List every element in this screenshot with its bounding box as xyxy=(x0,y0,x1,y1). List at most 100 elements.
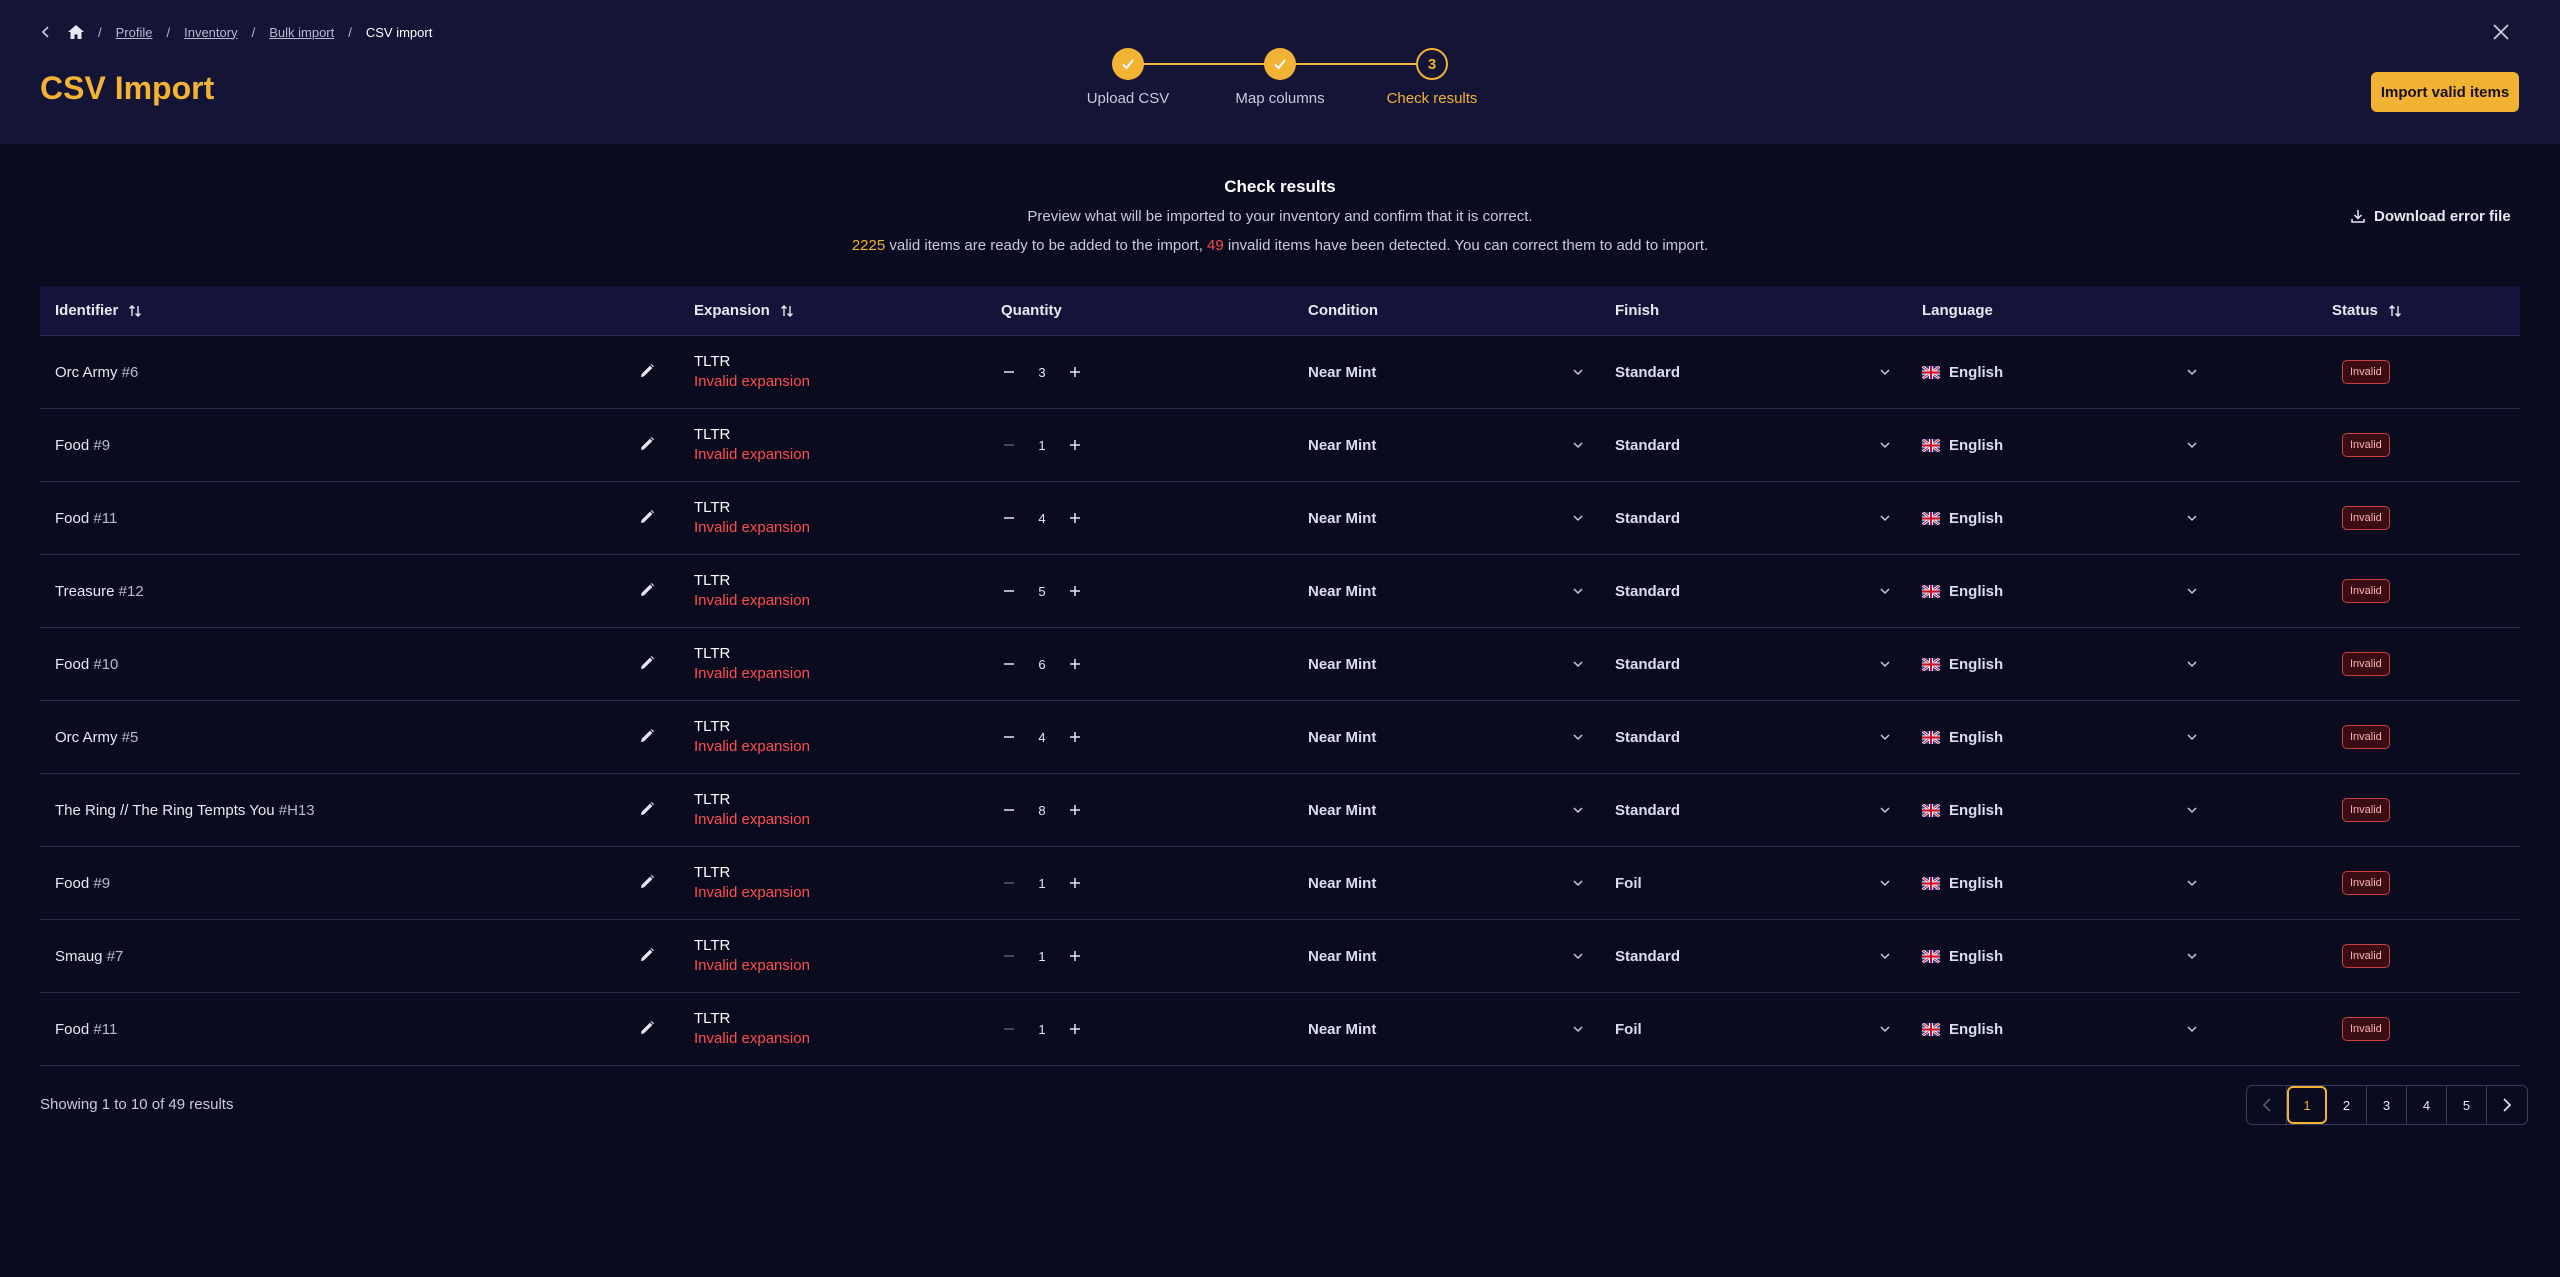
chevron-down-icon[interactable] xyxy=(1570,729,1586,745)
chevron-down-icon[interactable] xyxy=(1570,510,1586,526)
finish-select[interactable]: Standard xyxy=(1615,920,1680,992)
chevron-down-icon[interactable] xyxy=(1877,948,1893,964)
chevron-down-icon[interactable] xyxy=(2184,729,2200,745)
finish-select[interactable]: Standard xyxy=(1615,628,1680,700)
plus-icon[interactable] xyxy=(1065,654,1085,674)
chevron-down-icon[interactable] xyxy=(1570,656,1586,672)
plus-icon[interactable] xyxy=(1065,508,1085,528)
condition-select[interactable]: Near Mint xyxy=(1308,920,1376,992)
plus-icon[interactable] xyxy=(1065,727,1085,747)
condition-select[interactable]: Near Mint xyxy=(1308,409,1376,481)
language-select[interactable]: English xyxy=(1922,482,2003,554)
finish-select[interactable]: Standard xyxy=(1615,409,1680,481)
chevron-down-icon[interactable] xyxy=(2184,656,2200,672)
edit-icon[interactable] xyxy=(638,581,658,601)
edit-icon[interactable] xyxy=(638,727,658,747)
minus-icon[interactable] xyxy=(999,873,1019,893)
chevron-down-icon[interactable] xyxy=(2184,437,2200,453)
page-button-2[interactable]: 2 xyxy=(2327,1086,2367,1124)
minus-icon[interactable] xyxy=(999,362,1019,382)
quantity-value[interactable]: 3 xyxy=(1019,365,1065,380)
quantity-value[interactable]: 1 xyxy=(1019,876,1065,891)
plus-icon[interactable] xyxy=(1065,800,1085,820)
language-select[interactable]: English xyxy=(1922,336,2003,408)
page-button-3[interactable]: 3 xyxy=(2367,1086,2407,1124)
minus-icon[interactable] xyxy=(999,508,1019,528)
previous-page-button[interactable] xyxy=(2247,1086,2287,1124)
finish-select[interactable]: Foil xyxy=(1615,847,1642,919)
chevron-down-icon[interactable] xyxy=(1877,364,1893,380)
finish-select[interactable]: Standard xyxy=(1615,774,1680,846)
minus-icon[interactable] xyxy=(999,727,1019,747)
condition-select[interactable]: Near Mint xyxy=(1308,336,1376,408)
quantity-value[interactable]: 1 xyxy=(1019,438,1065,453)
chevron-down-icon[interactable] xyxy=(1570,948,1586,964)
finish-select[interactable]: Standard xyxy=(1615,482,1680,554)
status-column-header[interactable]: Status xyxy=(2332,302,2402,319)
download-error-file-link[interactable]: Download error file xyxy=(2350,206,2511,226)
page-button-5[interactable]: 5 xyxy=(2447,1086,2487,1124)
condition-select[interactable]: Near Mint xyxy=(1308,774,1376,846)
language-select[interactable]: English xyxy=(1922,920,2003,992)
plus-icon[interactable] xyxy=(1065,946,1085,966)
plus-icon[interactable] xyxy=(1065,873,1085,893)
language-select[interactable]: English xyxy=(1922,701,2003,773)
chevron-down-icon[interactable] xyxy=(1570,437,1586,453)
chevron-down-icon[interactable] xyxy=(2184,875,2200,891)
minus-icon[interactable] xyxy=(999,800,1019,820)
quantity-value[interactable]: 8 xyxy=(1019,803,1065,818)
language-select[interactable]: English xyxy=(1922,409,2003,481)
chevron-down-icon[interactable] xyxy=(2184,510,2200,526)
plus-icon[interactable] xyxy=(1065,581,1085,601)
plus-icon[interactable] xyxy=(1065,435,1085,455)
minus-icon[interactable] xyxy=(999,1019,1019,1039)
condition-select[interactable]: Near Mint xyxy=(1308,482,1376,554)
chevron-down-icon[interactable] xyxy=(2184,1021,2200,1037)
chevron-down-icon[interactable] xyxy=(1877,583,1893,599)
edit-icon[interactable] xyxy=(638,654,658,674)
chevron-down-icon[interactable] xyxy=(1570,875,1586,891)
next-page-button[interactable] xyxy=(2487,1086,2527,1124)
page-button-4[interactable]: 4 xyxy=(2407,1086,2447,1124)
sort-icon[interactable] xyxy=(780,304,794,318)
finish-select[interactable]: Standard xyxy=(1615,701,1680,773)
chevron-down-icon[interactable] xyxy=(1877,875,1893,891)
chevron-down-icon[interactable] xyxy=(2184,948,2200,964)
minus-icon[interactable] xyxy=(999,946,1019,966)
edit-icon[interactable] xyxy=(638,946,658,966)
close-icon[interactable] xyxy=(2489,20,2513,44)
edit-icon[interactable] xyxy=(638,873,658,893)
condition-select[interactable]: Near Mint xyxy=(1308,701,1376,773)
language-select[interactable]: English xyxy=(1922,774,2003,846)
language-select[interactable]: English xyxy=(1922,847,2003,919)
chevron-down-icon[interactable] xyxy=(1570,364,1586,380)
language-select[interactable]: English xyxy=(1922,993,2003,1065)
chevron-down-icon[interactable] xyxy=(1877,802,1893,818)
condition-select[interactable]: Near Mint xyxy=(1308,628,1376,700)
finish-select[interactable]: Standard xyxy=(1615,336,1680,408)
edit-icon[interactable] xyxy=(638,508,658,528)
chevron-down-icon[interactable] xyxy=(2184,583,2200,599)
page-button-1[interactable]: 1 xyxy=(2287,1086,2327,1124)
import-valid-items-button[interactable]: Import valid items xyxy=(2371,72,2519,112)
edit-icon[interactable] xyxy=(638,362,658,382)
finish-select[interactable]: Standard xyxy=(1615,555,1680,627)
chevron-down-icon[interactable] xyxy=(1570,1021,1586,1037)
quantity-value[interactable]: 1 xyxy=(1019,949,1065,964)
chevron-down-icon[interactable] xyxy=(2184,364,2200,380)
chevron-down-icon[interactable] xyxy=(1877,437,1893,453)
edit-icon[interactable] xyxy=(638,435,658,455)
minus-icon[interactable] xyxy=(999,581,1019,601)
quantity-value[interactable]: 1 xyxy=(1019,1022,1065,1037)
language-select[interactable]: English xyxy=(1922,555,2003,627)
quantity-value[interactable]: 6 xyxy=(1019,657,1065,672)
condition-select[interactable]: Near Mint xyxy=(1308,555,1376,627)
language-select[interactable]: English xyxy=(1922,628,2003,700)
minus-icon[interactable] xyxy=(999,654,1019,674)
plus-icon[interactable] xyxy=(1065,1019,1085,1039)
chevron-down-icon[interactable] xyxy=(1570,583,1586,599)
plus-icon[interactable] xyxy=(1065,362,1085,382)
chevron-down-icon[interactable] xyxy=(1877,510,1893,526)
quantity-value[interactable]: 5 xyxy=(1019,584,1065,599)
sort-icon[interactable] xyxy=(2388,304,2402,318)
